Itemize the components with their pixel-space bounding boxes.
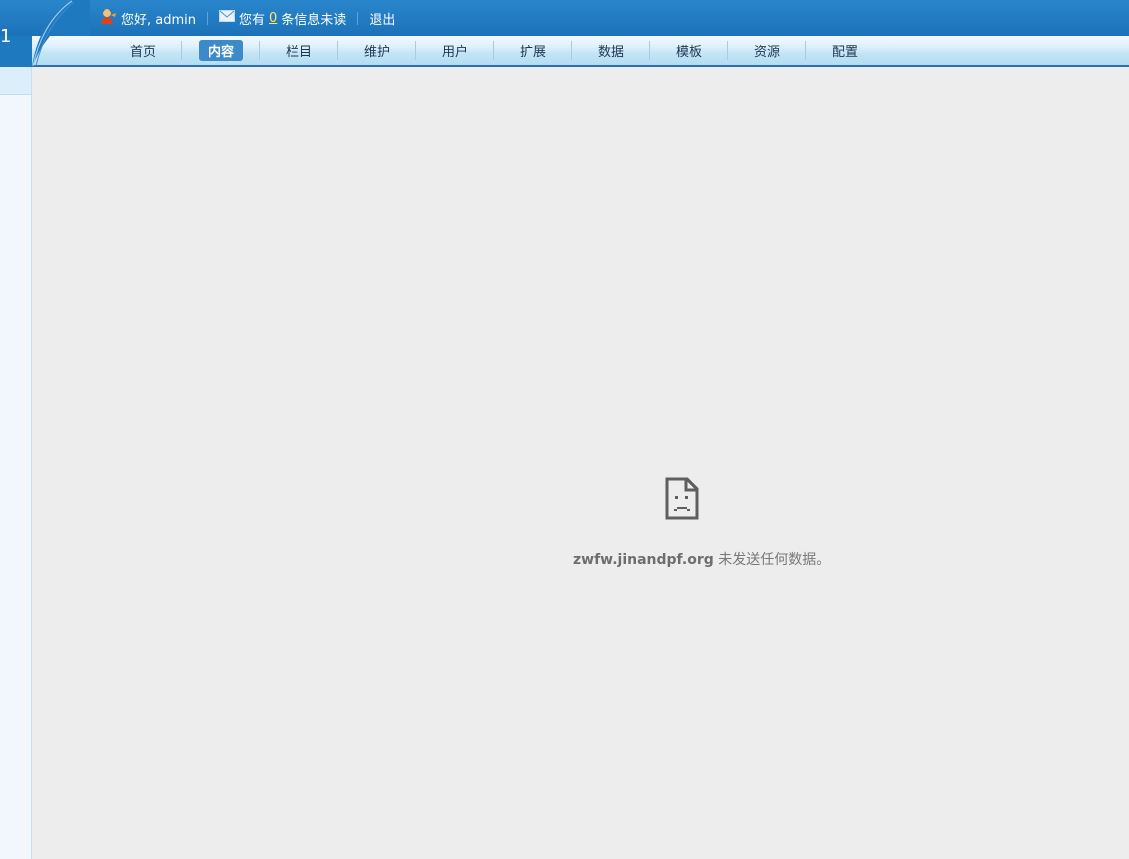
user-icon: [100, 8, 117, 28]
tab-home[interactable]: 首页: [104, 36, 182, 65]
tab-label: 数据: [597, 45, 624, 60]
tab-label: 内容: [198, 40, 243, 61]
tab-label: 栏目: [285, 45, 312, 60]
logout-link[interactable]: 退出: [369, 9, 395, 28]
messages-suffix: 条信息未读: [281, 12, 347, 28]
main-nav: 首页 内容 栏目 维护 用户 扩展 数据 模板 资源 配置: [32, 36, 1129, 67]
sad-page-icon: [665, 477, 699, 524]
error-description: 未发送任何数据。: [713, 552, 831, 568]
error-message: zwfw.jinandpf.org 未发送任何数据。: [573, 549, 830, 569]
content-frame: zwfw.jinandpf.org 未发送任何数据。: [32, 67, 1129, 859]
tab-label: 资源: [753, 45, 780, 60]
app-window: 1 首页 内容 栏目 维护 用户 扩展 数据 模板 资源 配置 您好, admi…: [0, 0, 1129, 859]
divider: [207, 11, 208, 25]
tab-templates[interactable]: 模板: [650, 36, 728, 65]
tab-settings[interactable]: 配置: [806, 36, 884, 65]
nav-tabs: 首页 内容 栏目 维护 用户 扩展 数据 模板 资源 配置: [104, 36, 884, 65]
user-bar: 您好, admin 您有 0 条信息未读 退出: [100, 8, 395, 28]
sidebar-item[interactable]: [0, 67, 31, 95]
tab-label: 配置: [831, 45, 858, 60]
tab-columns[interactable]: 栏目: [260, 36, 338, 65]
tab-maintenance[interactable]: 维护: [338, 36, 416, 65]
unread-count-link[interactable]: 0: [269, 11, 277, 26]
divider: [357, 11, 359, 25]
logo-text: 1: [0, 26, 12, 47]
tab-label: 扩展: [519, 45, 546, 60]
messages-prefix: 您有: [239, 12, 266, 28]
tab-extensions[interactable]: 扩展: [494, 36, 572, 65]
mail-icon[interactable]: [219, 10, 235, 26]
tab-data[interactable]: 数据: [572, 36, 650, 65]
error-host: zwfw.jinandpf.org: [573, 552, 714, 568]
greeting-text: 您好, admin: [121, 12, 196, 28]
tab-label: 用户: [441, 45, 468, 60]
tab-label: 首页: [129, 45, 156, 60]
tab-resources[interactable]: 资源: [728, 36, 806, 65]
tab-label: 模板: [675, 45, 702, 60]
tab-content[interactable]: 内容: [182, 36, 260, 65]
header: 1 首页 内容 栏目 维护 用户 扩展 数据 模板 资源 配置 您好, admi…: [0, 0, 1129, 67]
tab-users[interactable]: 用户: [416, 36, 494, 65]
tab-label: 维护: [363, 45, 390, 60]
sidebar: [0, 67, 32, 859]
